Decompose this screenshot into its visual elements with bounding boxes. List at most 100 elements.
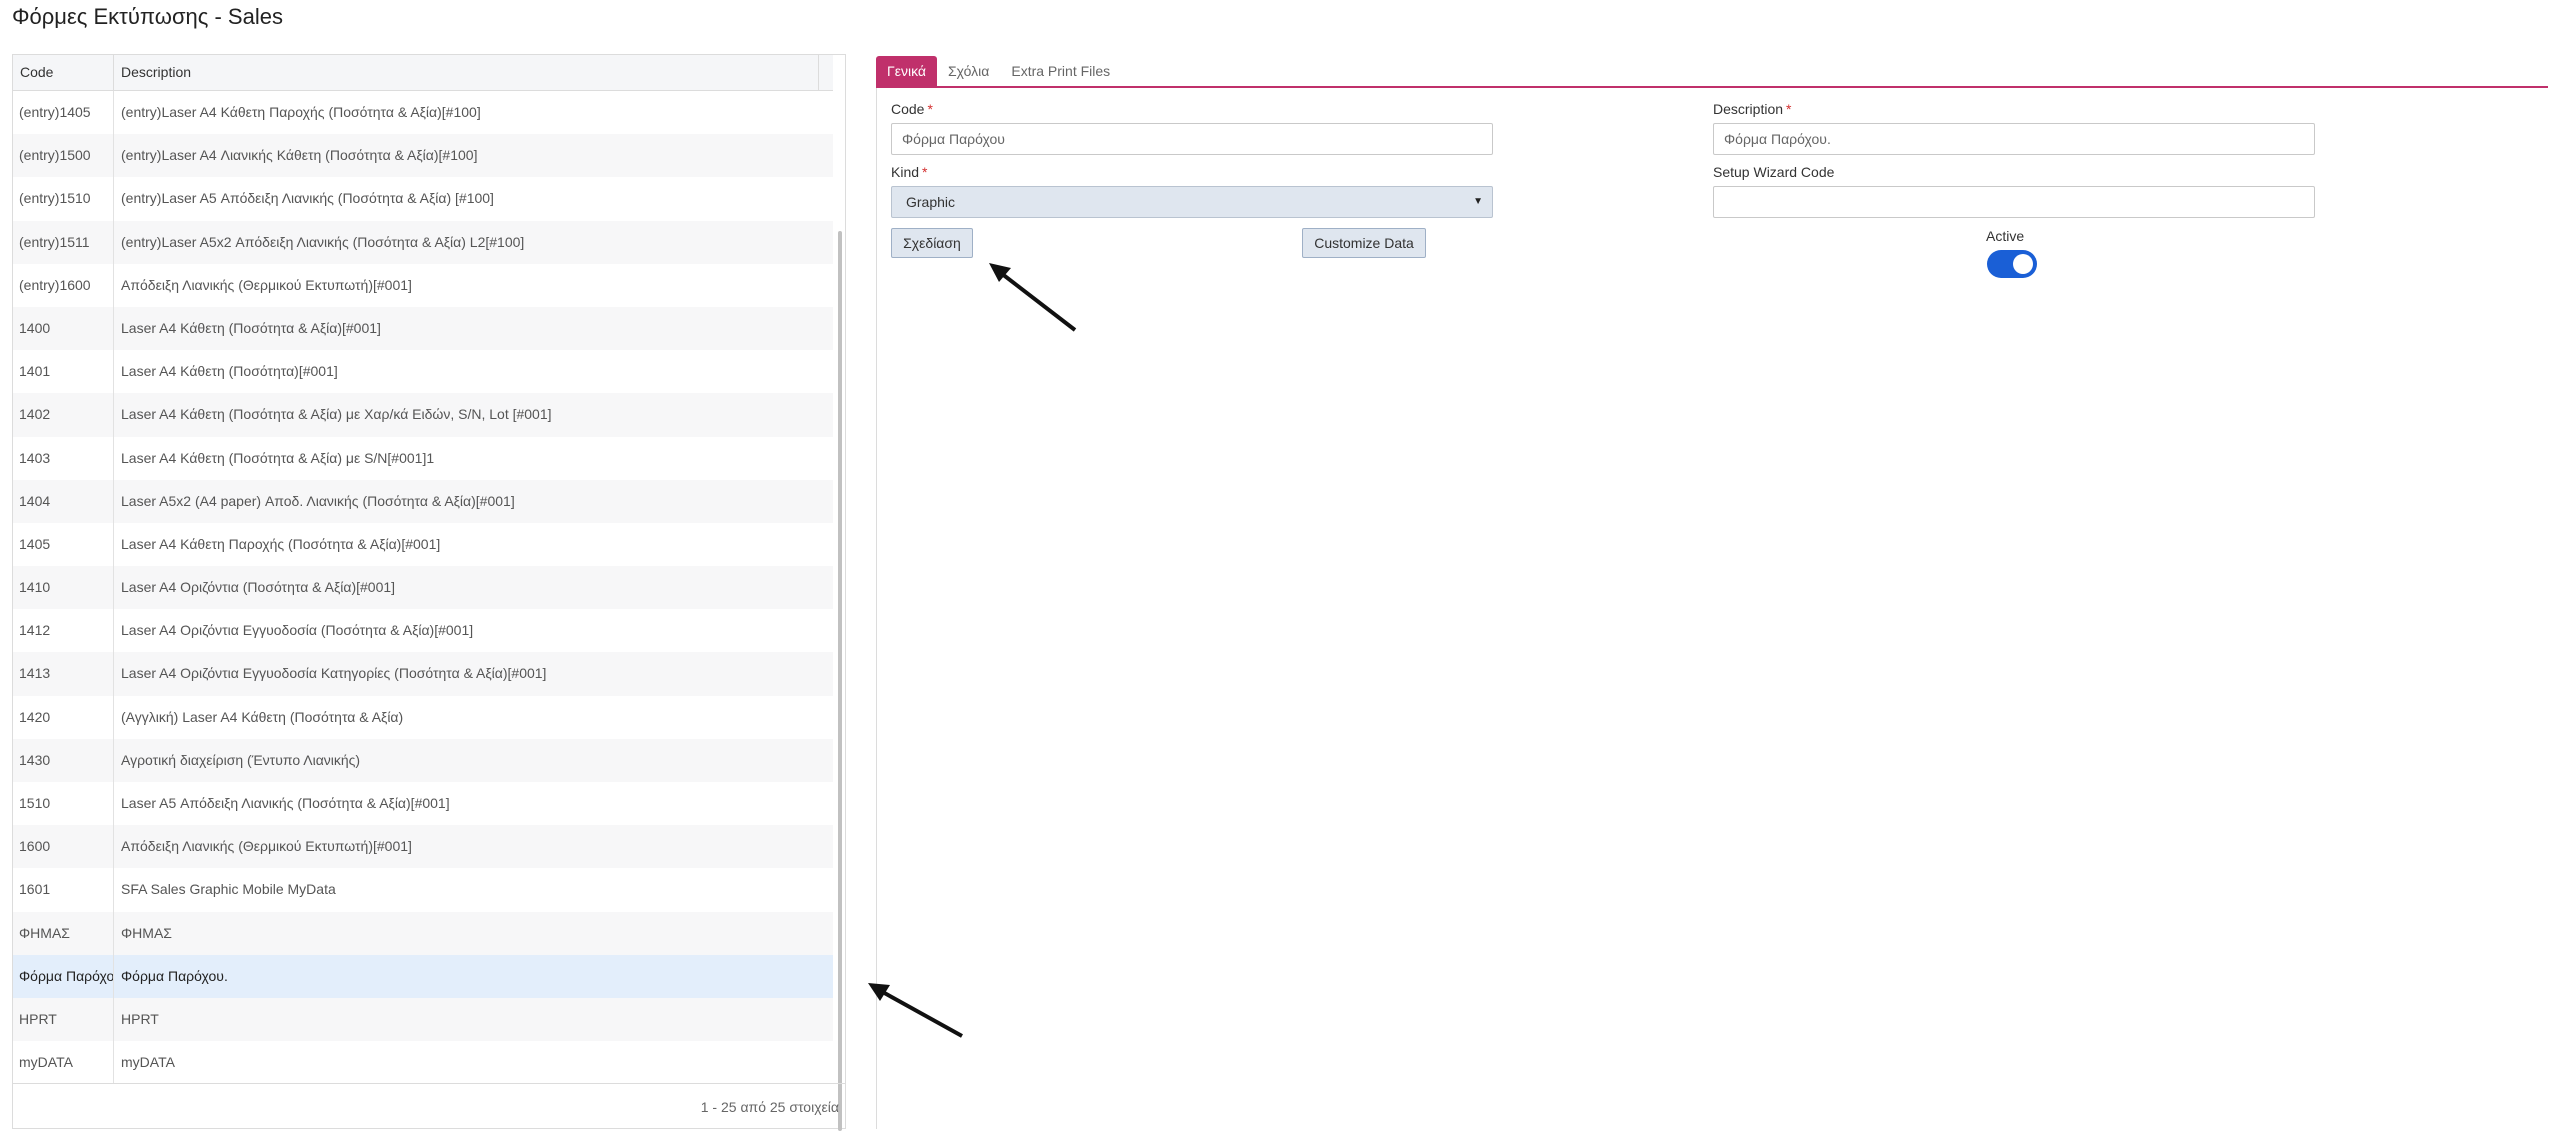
cell-code[interactable]: 1404 (13, 479, 114, 523)
cell-code[interactable]: 1600 (13, 825, 114, 869)
cell-description[interactable]: Απόδειξη Λιανικής (Θερμικού Εκτυπωτή)[#0… (114, 825, 833, 868)
cell-description[interactable]: Laser A4 Οριζόντια Εγγυοδοσία Κατηγορίες… (114, 652, 833, 695)
cell-description[interactable]: Laser A4 Κάθετη (Ποσότητα & Αξία)[#001] (114, 307, 833, 350)
cell-code[interactable]: 1410 (13, 566, 114, 610)
table-row[interactable]: ΦΗΜΑΣ ΦΗΜΑΣ (13, 911, 833, 955)
cell-code[interactable]: 1400 (13, 306, 114, 351)
cell-code[interactable]: 1412 (13, 609, 114, 653)
tab-extra-print-files[interactable]: Extra Print Files (1000, 56, 1121, 86)
table-row[interactable]: 1430 Αγροτική διαχείριση (Έντυπο Λιανικής… (13, 738, 833, 782)
grid-pager-info: 1 - 25 από 25 στοιχεία (13, 1083, 845, 1129)
cell-code[interactable]: 1420 (13, 695, 114, 739)
table-row[interactable]: 1413 Laser A4 Οριζόντια Εγγυοδοσία Κατηγο… (13, 652, 833, 696)
cell-code[interactable]: 1401 (13, 350, 114, 394)
cell-code[interactable]: Φόρμα Παρόχου (13, 954, 114, 998)
cell-description[interactable]: (entry)Laser A5x2 Απόδειξη Λιανικής (Ποσ… (114, 221, 833, 264)
grid-scrollbar[interactable] (835, 91, 845, 1135)
table-row[interactable]: 1405 Laser A4 Κάθετη Παροχής (Ποσότητα & … (13, 522, 833, 567)
table-row[interactable]: 1600 Απόδειξη Λιανικής (Θερμικού Εκτυπωτή… (13, 825, 833, 869)
cell-description[interactable]: ΦΗΜΑΣ (114, 912, 833, 955)
cell-description[interactable]: Αγροτική διαχείριση (Έντυπο Λιανικής) (114, 739, 833, 782)
cell-code[interactable]: 1510 (13, 782, 114, 826)
code-label-text: Code (891, 101, 925, 117)
cell-code[interactable]: (entry)1511 (13, 220, 114, 264)
cell-description[interactable]: SFA Sales Graphic Mobile MyData (114, 868, 833, 911)
cell-description[interactable]: (entry)Laser A4 Λιανικής Κάθετη (Ποσότητ… (114, 134, 833, 177)
cell-code[interactable]: 1405 (13, 522, 114, 567)
cell-code[interactable]: HPRT (13, 997, 114, 1042)
cell-code[interactable]: 1403 (13, 436, 114, 480)
description-required-mark: * (1786, 101, 1792, 117)
code-required-mark: * (927, 101, 933, 117)
cell-description[interactable]: HPRT (114, 998, 833, 1041)
cell-description[interactable]: Laser A5 Απόδειξη Λιανικής (Ποσότητα & Α… (114, 782, 833, 825)
table-row[interactable]: (entry)1511 (entry)Laser A5x2 Απόδειξη Λι… (13, 220, 833, 264)
cell-description[interactable]: Laser A4 Κάθετη Παροχής (Ποσότητα & Αξία… (114, 523, 833, 566)
cell-description[interactable]: (entry)Laser A4 Κάθετη Παροχής (Ποσότητα… (114, 91, 833, 134)
table-row[interactable]: (entry)1600 Απόδειξη Λιανικής (Θερμικού Ε… (13, 263, 833, 307)
table-row[interactable]: Φόρμα Παρόχου Φόρμα Παρόχου. (13, 954, 833, 998)
active-toggle[interactable] (1987, 250, 2037, 278)
column-header-description[interactable]: Description (114, 55, 818, 90)
cell-code[interactable]: 1601 (13, 868, 114, 912)
design-button[interactable]: Σχεδίαση (891, 228, 973, 258)
description-input[interactable]: Φόρμα Παρόχου. (1713, 123, 2315, 155)
cell-description[interactable]: Laser A5x2 (A4 paper) Αποδ. Λιανικής (Πο… (114, 480, 833, 523)
annotation-arrow-selected-row-icon (868, 983, 963, 1038)
table-row[interactable]: 1420 (Αγγλική) Laser A4 Κάθετη (Ποσότητα … (13, 695, 833, 739)
cell-description[interactable]: Laser A4 Οριζόντια (Ποσότητα & Αξία)[#00… (114, 566, 833, 609)
cell-code[interactable]: 1413 (13, 652, 114, 696)
table-row[interactable]: 1402 Laser A4 Κάθετη (Ποσότητα & Αξία) με… (13, 393, 833, 437)
kind-select[interactable]: Graphic ▼ (891, 186, 1493, 218)
kind-required-mark: * (922, 164, 928, 180)
table-row[interactable]: 1403 Laser A4 Κάθετη (Ποσότητα & Αξία) με… (13, 436, 833, 480)
cell-description[interactable]: Laser A4 Οριζόντια Εγγυοδοσία (Ποσότητα … (114, 609, 833, 652)
table-row[interactable]: (entry)1510 (entry)Laser A5 Απόδειξη Λιαν… (13, 177, 833, 221)
cell-description[interactable]: Laser A4 Κάθετη (Ποσότητα)[#001] (114, 350, 833, 393)
cell-description[interactable]: Laser A4 Κάθετη (Ποσότητα & Αξία) με Χαρ… (114, 393, 833, 436)
table-row[interactable]: 1401 Laser A4 Κάθετη (Ποσότητα)[#001] (13, 350, 833, 394)
cell-code[interactable]: (entry)1405 (13, 91, 114, 135)
active-toggle-knob (2013, 254, 2033, 274)
cell-code[interactable]: (entry)1510 (13, 177, 114, 221)
table-row[interactable]: 1601 SFA Sales Graphic Mobile MyData (13, 868, 833, 912)
setup-wizard-code-label: Setup Wizard Code (1713, 164, 1835, 180)
cell-description[interactable]: Φόρμα Παρόχου. (114, 955, 833, 998)
cell-code[interactable]: (entry)1600 (13, 263, 114, 307)
grid-scrollbar-thumb[interactable] (838, 231, 842, 1131)
code-input[interactable]: Φόρμα Παρόχου (891, 123, 1493, 155)
kind-label-text: Kind (891, 164, 920, 180)
annotation-arrow-design-icon (989, 263, 1077, 332)
cell-description[interactable]: (entry)Laser A5 Απόδειξη Λιανικής (Ποσότ… (114, 177, 833, 220)
cell-code[interactable]: myDATA (13, 1041, 114, 1085)
active-label: Active (1986, 228, 2025, 244)
cell-code[interactable]: 1402 (13, 393, 114, 437)
table-row[interactable]: 1400 Laser A4 Κάθετη (Ποσότητα & Αξία)[#0… (13, 306, 833, 351)
setup-wizard-code-input[interactable] (1713, 186, 2315, 218)
table-row[interactable]: 1412 Laser A4 Οριζόντια Εγγυοδοσία (Ποσότ… (13, 609, 833, 653)
table-row[interactable]: 1404 Laser A5x2 (A4 paper) Αποδ. Λιανικής… (13, 479, 833, 523)
detail-panel: Γενικά Σχόλια Extra Print Files Code * Φό… (876, 54, 2548, 1129)
cell-description[interactable]: Laser A4 Κάθετη (Ποσότητα & Αξία) με S/N… (114, 437, 833, 480)
cell-description[interactable]: myDATA (114, 1041, 833, 1084)
kind-label: Kind * (891, 164, 927, 180)
column-header-code[interactable]: Code (13, 55, 114, 90)
chevron-down-icon: ▼ (1473, 196, 1483, 207)
cell-code[interactable]: (entry)1500 (13, 134, 114, 178)
cell-code[interactable]: 1430 (13, 738, 114, 782)
table-row[interactable]: (entry)1500 (entry)Laser A4 Λιανικής Κάθε… (13, 134, 833, 178)
cell-description[interactable]: (Αγγλική) Laser A4 Κάθετη (Ποσότητα & Αξ… (114, 696, 833, 739)
table-row[interactable]: myDATA myDATA (13, 1041, 833, 1085)
cell-description[interactable]: Απόδειξη Λιανικής (Θερμικού Εκτυπωτή)[#0… (114, 264, 833, 307)
cell-code[interactable]: ΦΗΜΑΣ (13, 911, 114, 955)
tab-comments[interactable]: Σχόλια (937, 56, 1000, 86)
table-row[interactable]: HPRT HPRT (13, 997, 833, 1042)
general-form: Code * Φόρμα Παρόχου Description * Φόρμα Π… (876, 88, 2548, 1129)
tab-general[interactable]: Γενικά (876, 56, 937, 86)
customize-data-button[interactable]: Customize Data (1302, 228, 1426, 258)
description-label: Description * (1713, 101, 1791, 117)
page-title: Φόρμες Εκτύπωσης - Sales (12, 4, 283, 29)
table-row[interactable]: 1510 Laser A5 Απόδειξη Λιανικής (Ποσότητα… (13, 782, 833, 826)
table-row[interactable]: 1410 Laser A4 Οριζόντια (Ποσότητα & Αξία)… (13, 566, 833, 610)
table-row[interactable]: (entry)1405 (entry)Laser A4 Κάθετη Παροχή… (13, 91, 833, 135)
